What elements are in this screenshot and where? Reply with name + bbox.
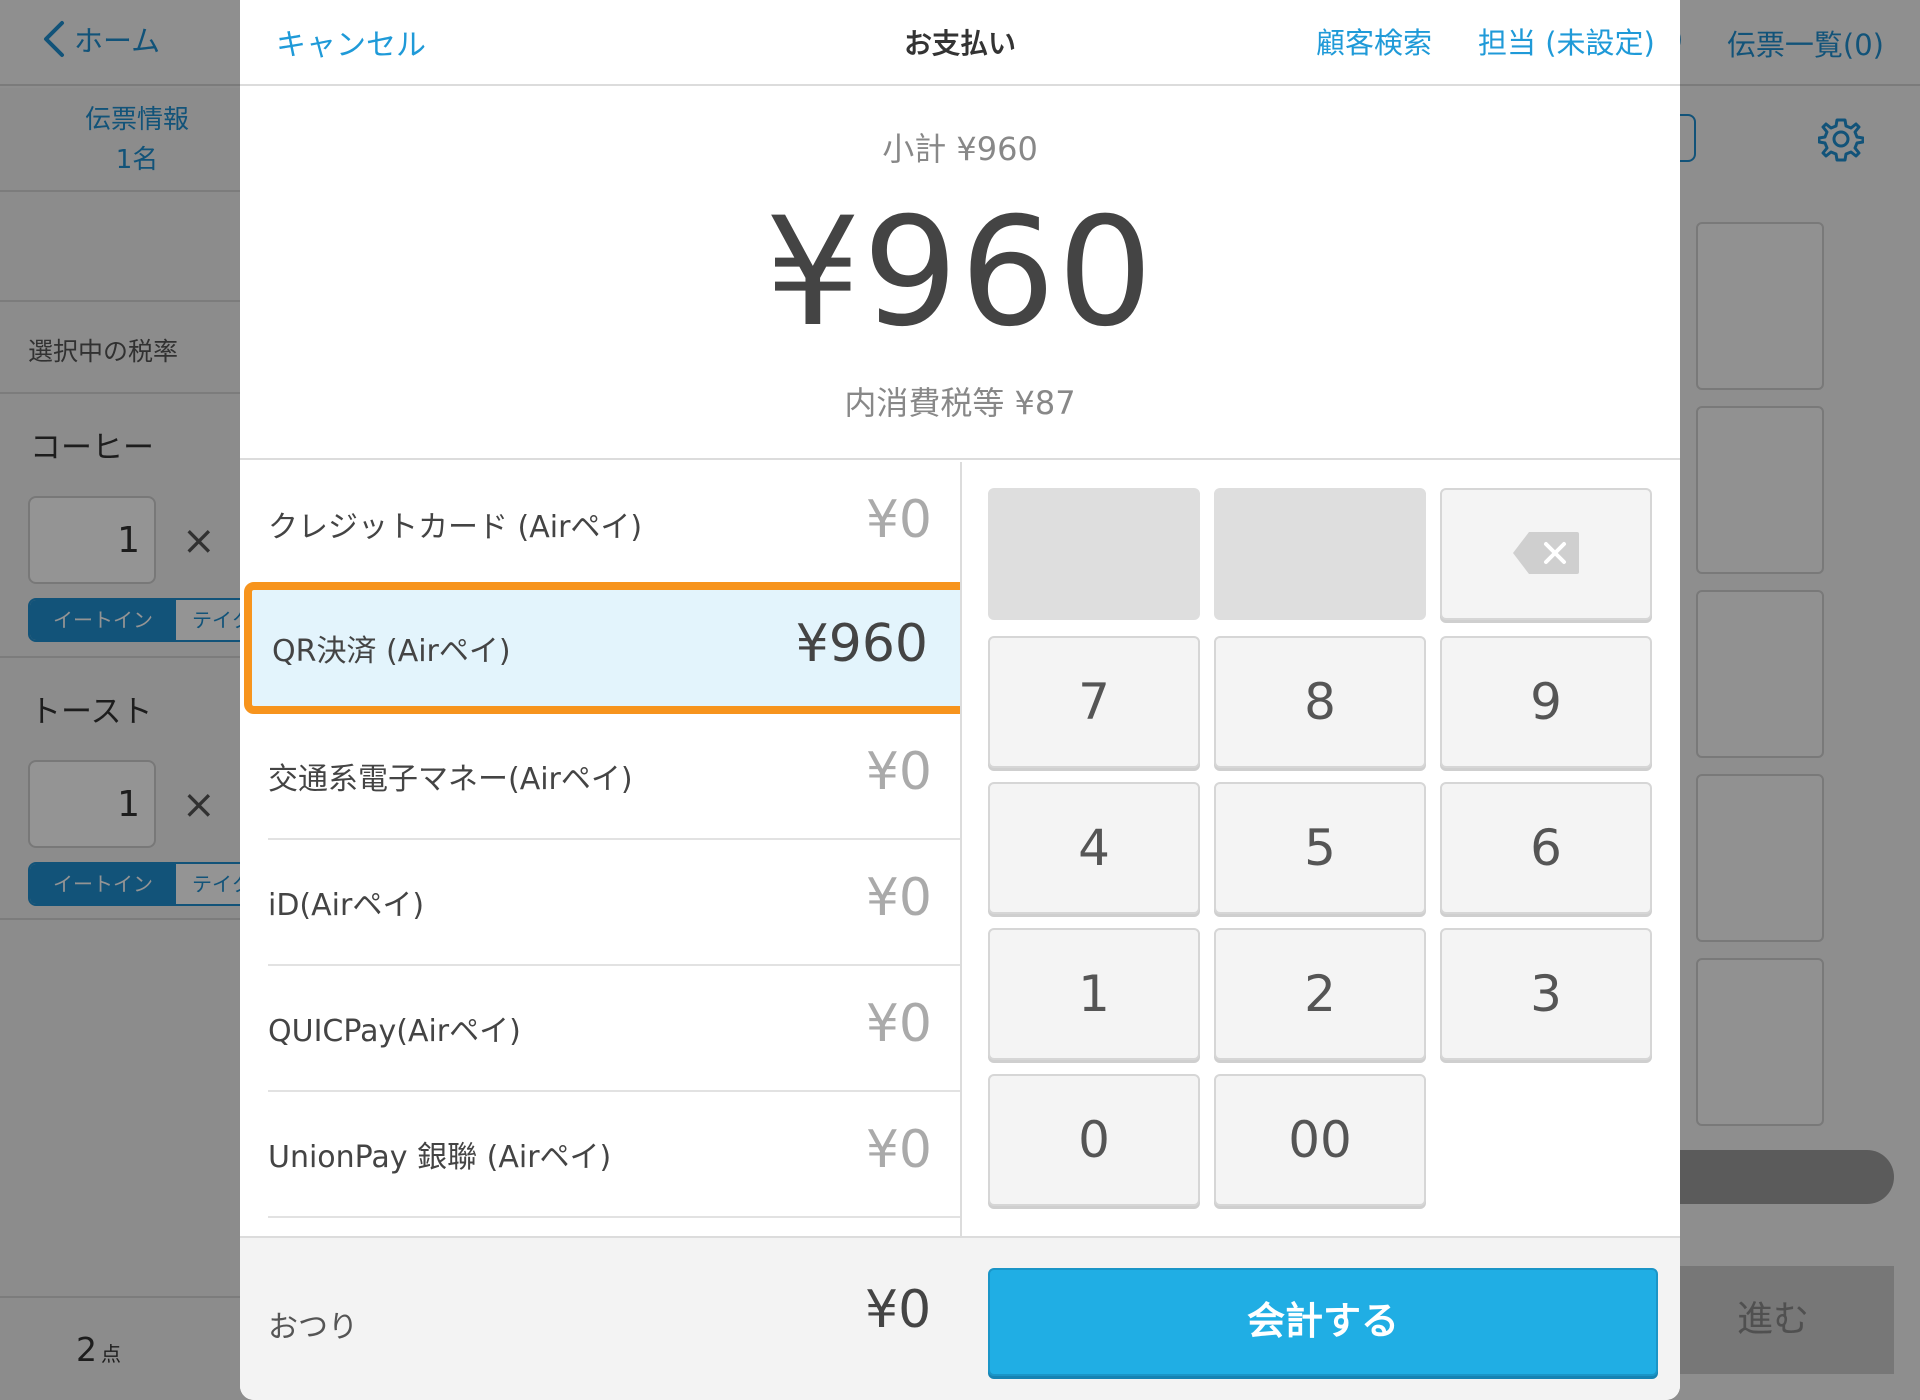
cancel-button[interactable]: キャンセル	[276, 20, 426, 64]
payment-method-label: UnionPay 銀聯 (Airペイ)	[268, 1140, 612, 1175]
key-3[interactable]: 3	[1440, 928, 1652, 1060]
payment-method-amount: ¥0	[865, 868, 932, 928]
change-amount: ¥0	[865, 1280, 932, 1340]
modal-header: キャンセル お支払い 顧客検索 担当 (未設定)	[240, 0, 1680, 86]
key-9[interactable]: 9	[1440, 636, 1652, 768]
payment-method-amount: ¥0	[865, 742, 932, 802]
key-1[interactable]: 1	[988, 928, 1200, 1060]
payment-method-list: クレジットカード (Airペイ) ¥0 QR決済 (Airペイ) ¥960 交通…	[240, 462, 962, 1236]
staff-select-button[interactable]: 担当 (未設定)	[1478, 20, 1655, 62]
payment-method-label: QR決済 (Airペイ)	[272, 634, 511, 669]
key-0[interactable]: 0	[988, 1074, 1200, 1206]
payment-method-label: 交通系電子マネー(Airペイ)	[268, 762, 633, 797]
payment-method-row[interactable]: QUICPay(Airペイ) ¥0	[268, 966, 960, 1092]
keypad-blank	[988, 488, 1200, 620]
keypad-blank	[1214, 488, 1426, 620]
payment-method-row[interactable]: UnionPay 銀聯 (Airペイ) ¥0	[268, 1092, 960, 1218]
backspace-key[interactable]	[1440, 488, 1652, 620]
modal-footer: おつり ¥0 会計する	[240, 1236, 1680, 1400]
key-6[interactable]: 6	[1440, 782, 1652, 914]
backspace-icon	[1513, 532, 1579, 574]
payment-method-label: QUICPay(Airペイ)	[268, 1014, 521, 1049]
modal-title: お支払い	[903, 27, 1016, 60]
subtotal-text: 小計 ¥960	[882, 130, 1038, 168]
customer-search-button[interactable]: 顧客検索	[1316, 20, 1432, 62]
total-amount: ¥960	[765, 186, 1155, 360]
payment-method-amount: ¥0	[865, 1120, 932, 1180]
tax-included-text: 内消費税等 ¥87	[844, 384, 1076, 422]
payment-method-label: クレジットカード (Airペイ)	[268, 510, 643, 545]
payment-method-row-selected[interactable]: QR決済 (Airペイ) ¥960	[244, 582, 960, 714]
payment-method-row[interactable]: iD(Airペイ) ¥0	[268, 840, 960, 966]
key-5[interactable]: 5	[1214, 782, 1426, 914]
payment-modal: キャンセル お支払い 顧客検索 担当 (未設定) 小計 ¥960 ¥960 内消…	[240, 0, 1680, 1400]
amount-summary: 小計 ¥960 ¥960 内消費税等 ¥87	[240, 88, 1680, 460]
checkout-button[interactable]: 会計する	[988, 1268, 1658, 1376]
key-8[interactable]: 8	[1214, 636, 1426, 768]
change-label: おつり	[268, 1310, 358, 1345]
payment-method-row[interactable]: クレジットカード (Airペイ) ¥0	[268, 462, 960, 588]
key-7[interactable]: 7	[988, 636, 1200, 768]
key-00[interactable]: 00	[1214, 1074, 1426, 1206]
payment-method-amount: ¥0	[865, 994, 932, 1054]
payment-method-amount: ¥0	[865, 490, 932, 550]
key-2[interactable]: 2	[1214, 928, 1426, 1060]
payment-method-label: iD(Airペイ)	[268, 888, 425, 923]
key-4[interactable]: 4	[988, 782, 1200, 914]
payment-method-amount: ¥960	[795, 614, 928, 674]
payment-method-row[interactable]: 交通系電子マネー(Airペイ) ¥0	[268, 714, 960, 840]
